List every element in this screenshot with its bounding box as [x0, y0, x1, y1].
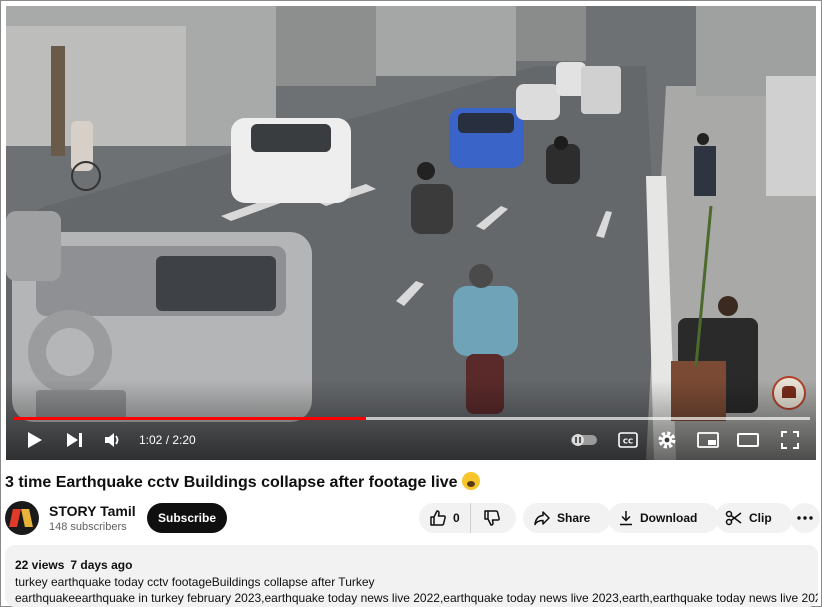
theater-mode-button[interactable]	[736, 428, 760, 452]
video-title-text: 3 time Earthquake cctv Buildings collaps…	[5, 474, 458, 491]
more-actions-button[interactable]	[790, 503, 820, 533]
share-arrow-icon	[534, 511, 550, 526]
description-text-line: turkey earthquake today cctv footageBuil…	[15, 575, 375, 589]
volume-button[interactable]	[102, 428, 124, 452]
like-count: 0	[453, 511, 460, 525]
fullscreen-icon	[781, 431, 799, 449]
download-button[interactable]: Download	[608, 503, 719, 533]
upload-date: 7 days ago	[70, 558, 133, 572]
autoplay-toggle-icon	[571, 434, 597, 446]
captions-button[interactable]: CC	[616, 428, 640, 452]
download-label: Download	[640, 511, 698, 525]
svg-text:CC: CC	[623, 438, 633, 446]
video-title: 3 time Earthquake cctv Buildings collaps…	[5, 472, 480, 492]
channel-avatar[interactable]	[5, 501, 39, 535]
dislike-button[interactable]	[471, 509, 501, 527]
download-icon	[620, 511, 632, 526]
scissors-icon	[725, 510, 742, 526]
progress-bar[interactable]	[14, 417, 810, 420]
share-label: Share	[557, 511, 591, 525]
share-button[interactable]: Share	[523, 503, 611, 533]
progress-played	[14, 417, 367, 420]
time-display: 1:02 / 2:20	[139, 433, 196, 447]
fullscreen-button[interactable]	[778, 428, 802, 452]
clip-button[interactable]: Clip	[715, 503, 793, 533]
next-button[interactable]	[64, 428, 86, 452]
more-horizontal-icon	[797, 516, 813, 520]
settings-button[interactable]	[655, 428, 679, 452]
description-text-line: earthquakeearthquake in turkey february …	[15, 591, 818, 605]
clip-label: Clip	[749, 511, 772, 525]
autoplay-toggle[interactable]	[569, 428, 599, 452]
skip-next-icon	[67, 433, 82, 447]
gear-icon	[658, 431, 676, 449]
controls-gradient	[6, 380, 816, 460]
view-count: 22 views	[15, 558, 65, 572]
subscriber-count: 148 subscribers	[49, 521, 127, 533]
channel-name[interactable]: STORY Tamil	[49, 503, 136, 519]
subscribe-button[interactable]: Subscribe	[147, 503, 227, 533]
description-meta: 22 views 7 days ago	[15, 558, 132, 572]
captions-icon: CC	[618, 432, 638, 448]
like-button[interactable]: 0	[419, 503, 471, 533]
screaming-face-emoji-icon	[461, 472, 480, 490]
like-dislike-group: 0	[419, 503, 516, 533]
thumbs-up-icon	[430, 510, 446, 526]
current-time: 1:02	[139, 433, 163, 447]
miniplayer-button[interactable]	[696, 428, 720, 452]
duration: 2:20	[172, 433, 196, 447]
play-button[interactable]	[24, 428, 46, 452]
volume-icon	[105, 433, 119, 447]
theater-mode-icon	[737, 433, 759, 447]
miniplayer-icon	[697, 432, 719, 448]
description-box[interactable]: 22 views 7 days ago turkey earthquake tod…	[5, 545, 818, 607]
play-icon	[28, 432, 42, 448]
thumbs-down-icon	[483, 510, 500, 526]
video-player[interactable]: 1:02 / 2:20 CC	[6, 6, 816, 460]
